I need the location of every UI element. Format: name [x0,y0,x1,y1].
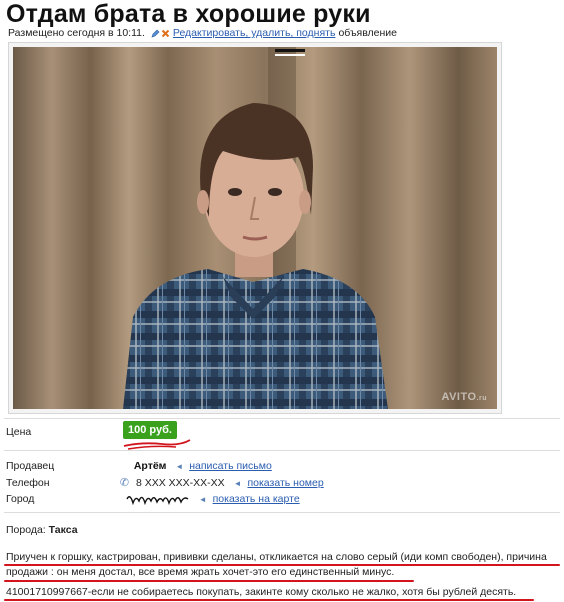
price-row: Цена [6,426,106,438]
divider [4,418,560,419]
ad-title: Отдам брата в хорошие руки [6,0,371,28]
photo-watermark: AVITO.ru [441,391,487,403]
ad-meta: Размещено сегодня в 10:11. Редактировать… [8,27,397,39]
seller-name: Артём [133,460,167,472]
edit-link[interactable]: Редактировать, удалить, поднять [173,27,336,39]
phone-row: Телефон ✆ 8 XXX XXX-XX-XX ◄ показать ном… [6,476,324,489]
phone-label: Телефон [6,477,50,489]
pencil-icon [151,29,160,37]
delete-icon [161,29,170,37]
city-label: Город [6,493,35,505]
arrow-left-icon: ◄ [198,495,207,504]
divider [4,450,560,451]
seller-row: Продавец Артём ◄ написать письмо [6,460,272,472]
ad-photo[interactable]: AVITO.ru [13,47,497,409]
seller-label: Продавец [6,460,55,472]
arrow-left-icon: ◄ [175,462,184,471]
underline-annotation [4,580,414,582]
show-map-link[interactable]: показать на карте [213,493,300,505]
arrow-left-icon: ◄ [233,479,242,488]
breed-row: Порода: Такса [6,524,78,536]
city-scribble [126,496,189,506]
price-badge: 100 руб. [123,421,177,439]
edit-icons [151,29,170,38]
description-line-2: продажи : он меня достал, все время жрат… [6,566,395,578]
divider [4,512,560,513]
photo-boy [13,47,497,409]
phone-value: 8 XXX XXX-XX-XX [135,477,225,489]
show-number-link[interactable]: показать номер [247,477,323,489]
underline-annotation [4,564,560,566]
price-scribble [123,439,191,450]
description-line-3: 41001710997667-если не собираетесь покуп… [6,586,517,598]
write-letter-link[interactable]: написать письмо [189,460,272,472]
city-row: Город ◄ показать на карте [6,493,300,506]
breed-label: Порода: [6,524,46,536]
price-label: Цена [6,426,32,438]
edit-link-suffix: объявление [338,27,397,39]
phone-icon: ✆ [119,477,130,489]
underline-annotation [4,599,534,601]
breed-value: Такса [48,524,78,536]
photo-frame: AVITO.ru [8,42,502,414]
description-line-1: Приучен к горшку, кастрирован, прививки … [6,551,547,563]
posted-time: Размещено сегодня в 10:11. [8,27,145,39]
